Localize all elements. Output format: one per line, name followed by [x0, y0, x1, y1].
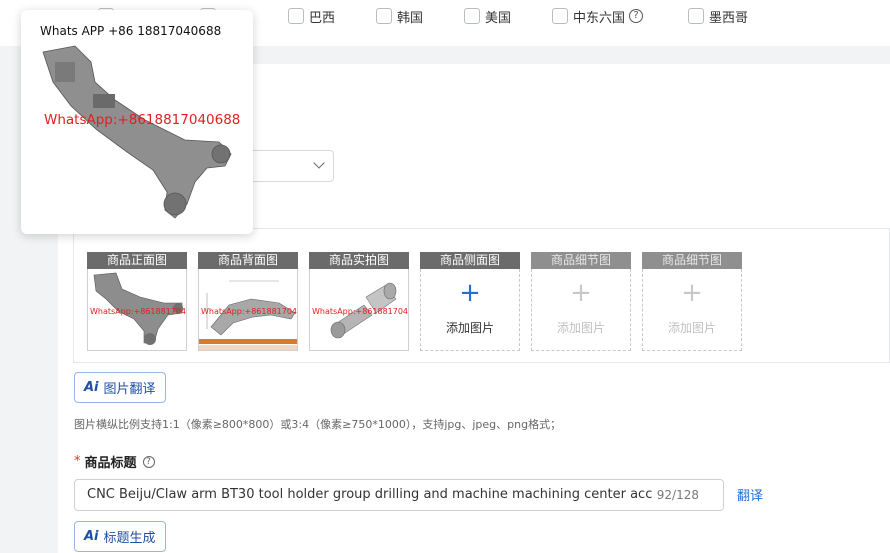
- image-format-hint: 图片横纵比例支持1:1（像素≥800*800）或3:4（像素≥750*1000）…: [74, 418, 562, 431]
- plus-icon: +: [681, 278, 703, 308]
- country-checkbox-korea[interactable]: 韩国: [376, 6, 423, 26]
- label-text: 商品标题: [84, 456, 137, 471]
- add-image-button[interactable]: + 添加图片: [420, 269, 520, 351]
- button-label: 图片翻译: [103, 382, 156, 397]
- add-image-label: 添加图片: [556, 321, 605, 335]
- image-translate-button[interactable]: Ai 图片翻译: [74, 372, 166, 403]
- image-slot-side[interactable]: 商品侧面图 + 添加图片: [420, 252, 520, 351]
- watermark-text: WhatsApp:+8618817040688: [312, 307, 409, 316]
- slot-label: 商品背面图: [198, 252, 298, 269]
- country-checkbox-middle-east[interactable]: 中东六国 ?: [552, 6, 644, 26]
- help-icon[interactable]: ?: [629, 9, 644, 23]
- add-image-button[interactable]: + 添加图片: [642, 269, 742, 351]
- title-value[interactable]: CNC Beiju/Claw arm BT30 tool holder grou…: [87, 487, 652, 502]
- image-preview-popup: Whats APP +86 18817040688 WhatsApp:+8618…: [21, 10, 253, 234]
- country-label: 美国: [485, 10, 512, 26]
- preview-watermark: WhatsApp:+8618817040688: [44, 112, 241, 128]
- slot-thumbnail[interactable]: WhatsApp:+8618817040688: [198, 269, 298, 351]
- country-checkbox-usa[interactable]: 美国: [464, 6, 511, 26]
- ai-icon: Ai: [84, 529, 99, 544]
- image-slot-detail-2[interactable]: 商品细节图 + 添加图片: [642, 252, 742, 351]
- checkbox[interactable]: [464, 8, 480, 24]
- ai-icon: Ai: [84, 380, 99, 395]
- add-image-label: 添加图片: [445, 321, 494, 335]
- checkbox[interactable]: [376, 8, 392, 24]
- title-generate-button[interactable]: Ai 标题生成: [74, 521, 166, 552]
- country-label: 中东六国: [573, 10, 626, 26]
- product-title-input[interactable]: CNC Beiju/Claw arm BT30 tool holder grou…: [74, 479, 724, 511]
- character-count: 92/128: [656, 488, 699, 502]
- image-slot-back[interactable]: 商品背面图 WhatsApp:+8618817040688: [198, 252, 298, 351]
- button-label: 标题生成: [103, 531, 156, 546]
- country-label: 墨西哥: [709, 10, 749, 26]
- image-slot-real-photo[interactable]: 商品实拍图 WhatsApp:+8618817040688: [309, 252, 409, 351]
- add-image-button[interactable]: + 添加图片: [531, 269, 631, 351]
- slot-label: 商品正面图: [87, 252, 187, 269]
- country-checkbox-mexico[interactable]: 墨西哥: [688, 6, 748, 26]
- watermark-text: WhatsApp:+8618817040688: [201, 307, 298, 316]
- translate-link[interactable]: 翻译: [737, 485, 763, 504]
- help-icon[interactable]: ?: [142, 455, 155, 468]
- control-arm-preview-image: [42, 45, 232, 219]
- plus-icon: +: [570, 278, 592, 308]
- plus-icon: +: [459, 278, 481, 308]
- slot-thumbnail[interactable]: WhatsApp:+8618817040688: [87, 269, 187, 351]
- required-marker: *: [74, 454, 81, 469]
- country-label: 韩国: [397, 10, 424, 26]
- checkbox[interactable]: [288, 8, 304, 24]
- slot-label: 商品实拍图: [309, 252, 409, 269]
- chevron-down-icon: [313, 157, 325, 169]
- preview-caption: Whats APP +86 18817040688: [40, 24, 222, 38]
- product-title-label: * 商品标题 ?: [74, 452, 155, 471]
- slot-thumbnail[interactable]: WhatsApp:+8618817040688: [309, 269, 409, 351]
- image-slot-detail-1[interactable]: 商品细节图 + 添加图片: [531, 252, 631, 351]
- checkbox[interactable]: [688, 8, 704, 24]
- image-slot-front[interactable]: 商品正面图 WhatsApp:+8618817040688: [87, 252, 187, 351]
- add-image-label: 添加图片: [667, 321, 716, 335]
- country-checkbox-brazil[interactable]: 巴西: [288, 6, 335, 26]
- watermark-text: WhatsApp:+8618817040688: [90, 307, 187, 316]
- slot-label: 商品细节图: [642, 252, 742, 269]
- country-label: 巴西: [309, 10, 336, 26]
- slot-label: 商品细节图: [531, 252, 631, 269]
- slot-label: 商品侧面图: [420, 252, 520, 269]
- checkbox[interactable]: [552, 8, 568, 24]
